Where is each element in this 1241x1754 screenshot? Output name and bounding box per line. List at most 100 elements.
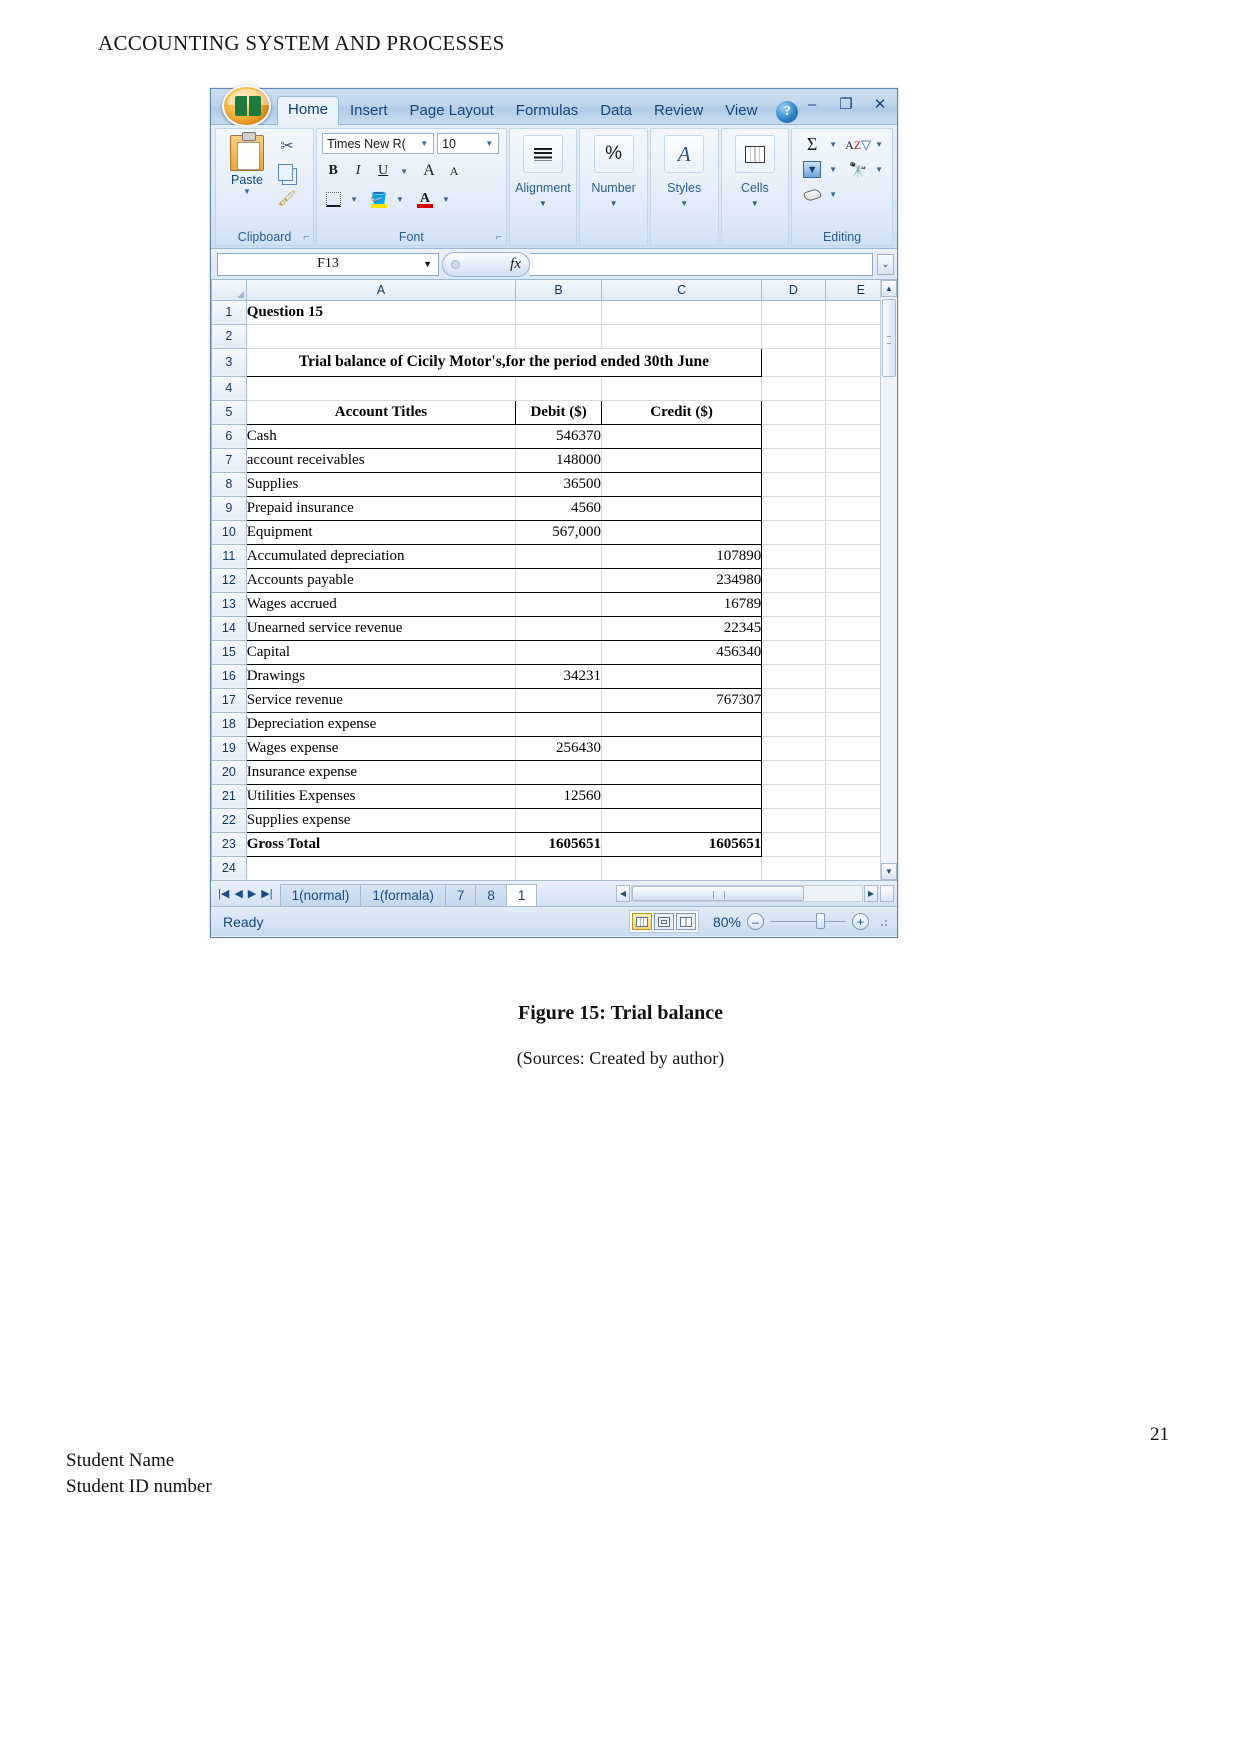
cell-a20[interactable]: Insurance expense <box>245 760 517 785</box>
cell-d10[interactable] <box>761 520 826 545</box>
clipboard-dialog-launcher-icon[interactable]: ⌐ <box>303 232 309 243</box>
cell-b13[interactable] <box>515 592 602 617</box>
shrink-font-button[interactable]: A <box>443 160 465 182</box>
cell-d8[interactable] <box>761 472 826 497</box>
close-icon[interactable]: ✕ <box>869 94 891 114</box>
cell-c10[interactable] <box>600 520 763 545</box>
font-color-icon[interactable]: A <box>414 188 436 210</box>
cell-d16[interactable] <box>761 664 826 689</box>
cell-d13[interactable] <box>761 592 826 617</box>
row-header-14[interactable]: 14 <box>211 615 247 641</box>
row-header-18[interactable]: 18 <box>211 711 247 737</box>
row-header-23[interactable]: 23 <box>211 831 247 857</box>
cell-b19[interactable]: 256430 <box>515 736 602 761</box>
autosum-chevron-down-icon[interactable]: ▼ <box>826 140 840 149</box>
font-name-chevron-down-icon[interactable]: ▼ <box>417 139 431 148</box>
cells-icon[interactable] <box>734 135 775 173</box>
cut-icon[interactable]: ✂ <box>276 136 298 158</box>
office-orb-icon[interactable] <box>222 85 271 127</box>
row-header-7[interactable]: 7 <box>211 447 247 473</box>
cell-b15[interactable] <box>515 640 602 665</box>
scroll-up-icon[interactable]: ▲ <box>881 280 897 297</box>
bold-button[interactable]: B <box>322 160 344 182</box>
cell-c13[interactable]: 16789 <box>600 592 763 617</box>
restore-icon[interactable]: ❐ <box>835 94 857 114</box>
cell-b17[interactable] <box>515 688 602 713</box>
cell-d11[interactable] <box>761 544 826 569</box>
row-header-2[interactable]: 2 <box>211 323 247 349</box>
cell-d4[interactable] <box>761 376 826 401</box>
page-layout-icon[interactable] <box>654 913 674 930</box>
horizontal-scroll-thumb[interactable] <box>632 886 804 901</box>
cell-a7[interactable]: account receivables <box>245 448 517 473</box>
clear-button[interactable]: ▼ <box>800 184 840 205</box>
scroll-left-icon[interactable]: ◀ <box>616 885 630 902</box>
cell-a1[interactable]: Question 15 <box>246 300 517 325</box>
find-chevron-down-icon[interactable]: ▼ <box>872 165 886 174</box>
underline-button[interactable]: U <box>372 160 394 182</box>
number-chevron-down-icon[interactable]: ▼ <box>610 199 618 208</box>
select-all-corner[interactable] <box>211 280 247 301</box>
row-header-15[interactable]: 15 <box>211 639 247 665</box>
row-header-16[interactable]: 16 <box>211 663 247 689</box>
cells-chevron-down-icon[interactable]: ▼ <box>751 199 759 208</box>
cell-b5-debit[interactable]: Debit ($) <box>515 399 602 425</box>
cell-c7[interactable] <box>600 448 763 473</box>
ribbon-tab-formulas[interactable]: Formulas <box>505 98 590 125</box>
resize-grip-icon[interactable] <box>877 915 889 928</box>
fill-color-chevron-down-icon[interactable]: ▼ <box>393 195 407 204</box>
row-header-24[interactable]: 24 <box>211 855 247 880</box>
cell-b20[interactable] <box>515 760 602 785</box>
ribbon-tab-home[interactable]: Home <box>277 96 340 125</box>
paste-button[interactable]: Paste ▼ <box>221 132 273 245</box>
font-size-combo[interactable]: 10 ▼ <box>437 133 500 154</box>
cell-b14[interactable] <box>515 616 602 641</box>
cell-a15[interactable]: Capital <box>245 640 517 665</box>
fill-color-icon[interactable]: 🪣 <box>368 188 390 210</box>
vertical-scrollbar[interactable]: ▲ ▼ <box>880 280 897 880</box>
row-header-8[interactable]: 8 <box>211 471 247 497</box>
paste-chevron-down-icon[interactable]: ▼ <box>240 187 254 196</box>
cell-c4[interactable] <box>601 376 763 401</box>
row-header-4[interactable]: 4 <box>211 375 247 401</box>
italic-button[interactable]: I <box>347 160 369 182</box>
cell-c18[interactable] <box>600 712 763 737</box>
sheet-tab-1-formala[interactable]: 1(formala) <box>360 883 446 907</box>
autosum-button[interactable]: Σ ▼ <box>800 134 840 155</box>
spreadsheet-grid[interactable]: A B C D E 1 Question 15 2 3 Trial balanc… <box>211 280 897 880</box>
cell-b23-total-debit[interactable]: 1605651 <box>515 832 602 857</box>
cell-a13[interactable]: Wages accrued <box>245 592 517 617</box>
page-break-icon[interactable] <box>676 913 696 930</box>
ribbon-tab-page-layout[interactable]: Page Layout <box>399 98 505 125</box>
format-painter-icon[interactable]: 🖌 <box>276 188 298 210</box>
cell-b24[interactable] <box>515 856 602 880</box>
cell-b21[interactable]: 12560 <box>515 784 602 809</box>
underline-chevron-down-icon[interactable]: ▼ <box>397 167 411 176</box>
cell-b9[interactable]: 4560 <box>515 496 602 521</box>
row-header-21[interactable]: 21 <box>211 783 247 809</box>
zoom-slider-thumb[interactable] <box>816 913 825 929</box>
cell-d22[interactable] <box>761 808 826 833</box>
cell-d9[interactable] <box>761 496 826 521</box>
copy-button[interactable] <box>276 162 298 184</box>
cell-d2[interactable] <box>761 324 826 349</box>
fill-button[interactable]: ▼ ▼ <box>800 159 840 180</box>
sort-filter-chevron-down-icon[interactable]: ▼ <box>872 140 886 149</box>
cell-a9[interactable]: Prepaid insurance <box>245 496 517 521</box>
cell-a19[interactable]: Wages expense <box>245 736 517 761</box>
cell-b1[interactable] <box>515 300 602 325</box>
row-header-13[interactable]: 13 <box>211 591 247 617</box>
cell-a21[interactable]: Utilities Expenses <box>245 784 517 809</box>
cell-c9[interactable] <box>600 496 763 521</box>
cell-b2[interactable] <box>515 324 602 349</box>
cell-d17[interactable] <box>761 688 826 713</box>
cell-d1[interactable] <box>761 300 826 325</box>
cell-a8[interactable]: Supplies <box>245 472 517 497</box>
scroll-down-icon[interactable]: ▼ <box>881 863 897 880</box>
cell-c2[interactable] <box>601 324 763 349</box>
scroll-right-icon[interactable]: ▶ <box>864 885 878 902</box>
grow-font-button[interactable]: A <box>418 160 440 182</box>
cell-a4[interactable] <box>246 376 517 401</box>
insert-function-icon[interactable]: fx <box>510 256 521 273</box>
cell-a16[interactable]: Drawings <box>245 664 517 689</box>
